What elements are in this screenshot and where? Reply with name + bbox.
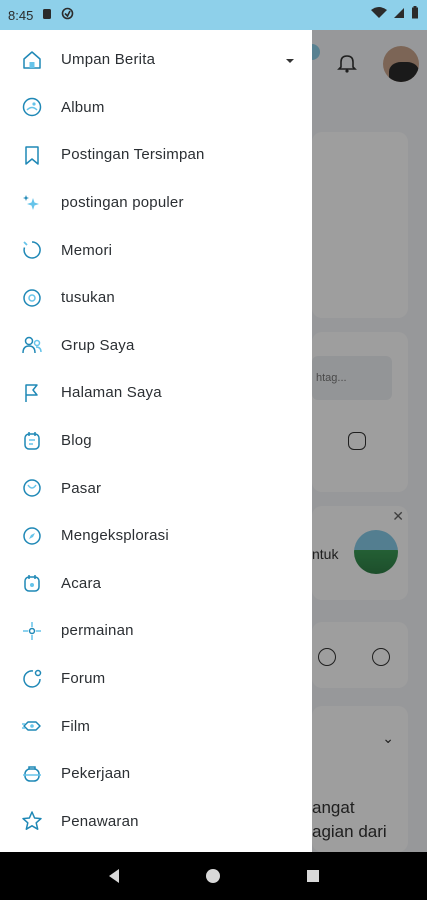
menu-label: postingan populer	[61, 194, 184, 212]
sim-icon	[41, 8, 53, 23]
back-icon[interactable]	[94, 856, 134, 896]
menu-item-film[interactable]: Film	[0, 702, 312, 750]
poke-icon	[20, 286, 44, 310]
menu-label: Blog	[61, 432, 92, 450]
system-navigation-bar	[0, 852, 427, 900]
sync-icon	[61, 7, 74, 23]
recents-icon[interactable]	[293, 856, 333, 896]
home-button-icon[interactable]	[193, 856, 233, 896]
menu-item-mengeksplorasi[interactable]: Mengeksplorasi	[0, 512, 312, 560]
menu-label: Penawaran	[61, 812, 139, 830]
film-icon	[20, 714, 44, 738]
menu-label: Mengeksplorasi	[61, 527, 169, 545]
menu-item-blog[interactable]: Blog	[0, 417, 312, 465]
menu-label: Postingan Tersimpan	[61, 146, 205, 164]
menu-label: Halaman Saya	[61, 384, 162, 402]
menu-item-tusukan[interactable]: tusukan	[0, 274, 312, 322]
home-icon	[20, 48, 44, 72]
menu-item-pekerjaan[interactable]: Pekerjaan	[0, 750, 312, 798]
menu-item-grup-saya[interactable]: Grup Saya	[0, 322, 312, 370]
menu-item-album[interactable]: Album	[0, 84, 312, 132]
market-icon	[20, 476, 44, 500]
album-icon	[20, 95, 44, 119]
sparkles-icon	[20, 191, 44, 215]
navigation-drawer: Umpan Berita Album Postingan Tersimpan p…	[0, 30, 312, 852]
groups-icon	[20, 333, 44, 357]
blog-icon	[20, 429, 44, 453]
forum-icon	[20, 667, 44, 691]
menu-item-halaman-saya[interactable]: Halaman Saya	[0, 369, 312, 417]
menu-item-umpan-berita[interactable]: Umpan Berita	[0, 36, 312, 84]
menu-item-penawaran[interactable]: Penawaran	[0, 798, 312, 846]
menu-item-postingan-tersimpan[interactable]: Postingan Tersimpan	[0, 131, 312, 179]
calendar-icon	[20, 571, 44, 595]
menu-label: Umpan Berita	[61, 51, 156, 69]
signal-icon	[393, 6, 405, 24]
offers-star-icon	[20, 809, 44, 833]
battery-icon	[411, 6, 419, 24]
menu-label: permainan	[61, 622, 134, 640]
bookmark-icon	[20, 143, 44, 167]
menu-item-forum[interactable]: Forum	[0, 655, 312, 703]
menu-label: Memori	[61, 241, 113, 259]
menu-label: Forum	[61, 670, 106, 688]
flag-icon	[20, 381, 44, 405]
caret-down-icon[interactable]	[284, 54, 296, 66]
games-icon	[20, 619, 44, 643]
menu-item-permainan[interactable]: permainan	[0, 607, 312, 655]
menu-item-memori[interactable]: Memori	[0, 226, 312, 274]
menu-item-pasar[interactable]: Pasar	[0, 464, 312, 512]
jobs-icon	[20, 762, 44, 786]
menu-label: Album	[61, 98, 105, 116]
status-bar: 8:45	[0, 0, 427, 30]
menu-item-acara[interactable]: Acara	[0, 560, 312, 608]
compass-icon	[20, 524, 44, 548]
status-time: 8:45	[8, 7, 34, 23]
memories-icon	[20, 238, 44, 262]
menu-label: Pasar	[61, 479, 102, 497]
menu-label: Grup Saya	[61, 336, 135, 354]
wifi-icon	[371, 6, 387, 24]
menu-item-postingan-populer[interactable]: postingan populer	[0, 179, 312, 227]
menu-label: tusukan	[61, 289, 115, 307]
menu-label: Acara	[61, 574, 102, 592]
menu-label: Pekerjaan	[61, 765, 131, 783]
menu-label: Film	[61, 717, 91, 735]
